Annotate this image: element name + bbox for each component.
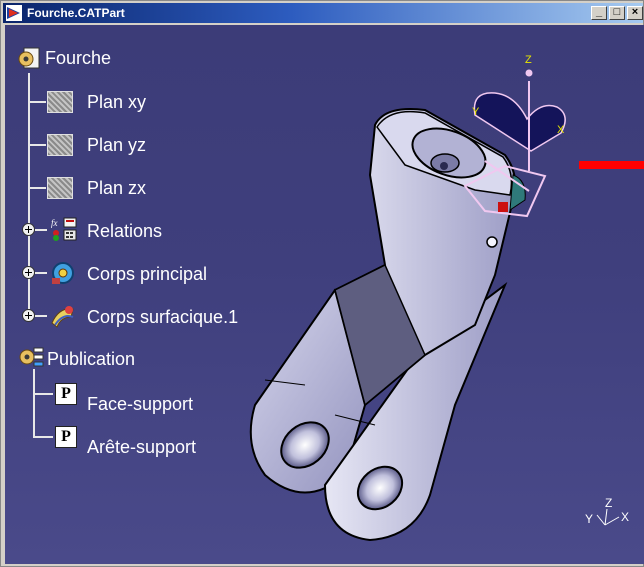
catia-part-window: Fourche.CATPart _ □ × Z Y X Y Z X Fourch… bbox=[0, 0, 644, 567]
tree-item-plan-xy[interactable]: Plan xy bbox=[87, 91, 146, 113]
surface-body-icon bbox=[51, 306, 74, 328]
window-title: Fourche.CATPart bbox=[27, 6, 125, 20]
tree-item-arete-support[interactable]: Arête-support bbox=[87, 436, 196, 458]
title-bar[interactable]: Fourche.CATPart _ □ × bbox=[3, 3, 643, 23]
compass-x-label: X bbox=[557, 124, 565, 136]
tree-item-face-support[interactable]: Face-support bbox=[87, 393, 193, 415]
tree-item-publication[interactable]: Publication bbox=[47, 348, 135, 370]
plane-icon bbox=[47, 134, 73, 156]
part-gear-icon bbox=[18, 47, 40, 69]
tree-branch bbox=[28, 187, 46, 189]
plane-icon bbox=[47, 91, 73, 113]
maximize-button[interactable]: □ bbox=[609, 6, 625, 20]
expand-icon[interactable] bbox=[22, 309, 35, 322]
svg-text:fx: fx bbox=[51, 218, 58, 228]
red-selection-bar bbox=[579, 161, 644, 169]
minimize-button[interactable]: _ bbox=[591, 6, 607, 20]
publish-p-icon: P bbox=[55, 383, 77, 405]
catia-app-icon bbox=[6, 5, 22, 21]
expand-icon[interactable] bbox=[22, 266, 35, 279]
tree-item-plan-zx[interactable]: Plan zx bbox=[87, 177, 146, 199]
triad-x-label: X bbox=[621, 510, 629, 524]
tree-branch bbox=[35, 229, 47, 231]
tree-item-relations[interactable]: Relations bbox=[87, 220, 162, 242]
compass-y-label: Y bbox=[472, 106, 480, 118]
tree-item-corps-principal[interactable]: Corps principal bbox=[87, 263, 207, 285]
relations-icon: fx bbox=[51, 217, 77, 241]
body-gear-icon bbox=[52, 262, 74, 284]
tree-item-corps-surfacique[interactable]: Corps surfacique.1 bbox=[87, 306, 238, 328]
tree-root-label[interactable]: Fourche bbox=[45, 47, 111, 69]
tree-item-plan-yz[interactable]: Plan yz bbox=[87, 134, 146, 156]
tree-branch bbox=[28, 144, 46, 146]
expand-icon[interactable] bbox=[22, 223, 35, 236]
tree-branch bbox=[28, 101, 46, 103]
triad-y-label: Y bbox=[585, 512, 593, 526]
compass-z-label: Z bbox=[525, 54, 532, 66]
tree-connector bbox=[33, 369, 35, 437]
tree-branch bbox=[33, 393, 53, 395]
publish-p-icon: P bbox=[55, 426, 77, 448]
axis-triad: Y Z X bbox=[585, 496, 629, 526]
plane-icon bbox=[47, 177, 73, 199]
3d-viewport[interactable]: Z Y X Y Z X Fourche Plan xy Plan yz Plan… bbox=[5, 25, 644, 564]
compass-robot[interactable]: Z Y X bbox=[445, 51, 585, 241]
tree-branch bbox=[33, 436, 53, 438]
close-button[interactable]: × bbox=[627, 6, 643, 20]
publication-icon bbox=[19, 347, 44, 367]
tree-branch bbox=[35, 272, 47, 274]
triad-z-label: Z bbox=[605, 496, 612, 510]
tree-branch bbox=[35, 315, 47, 317]
